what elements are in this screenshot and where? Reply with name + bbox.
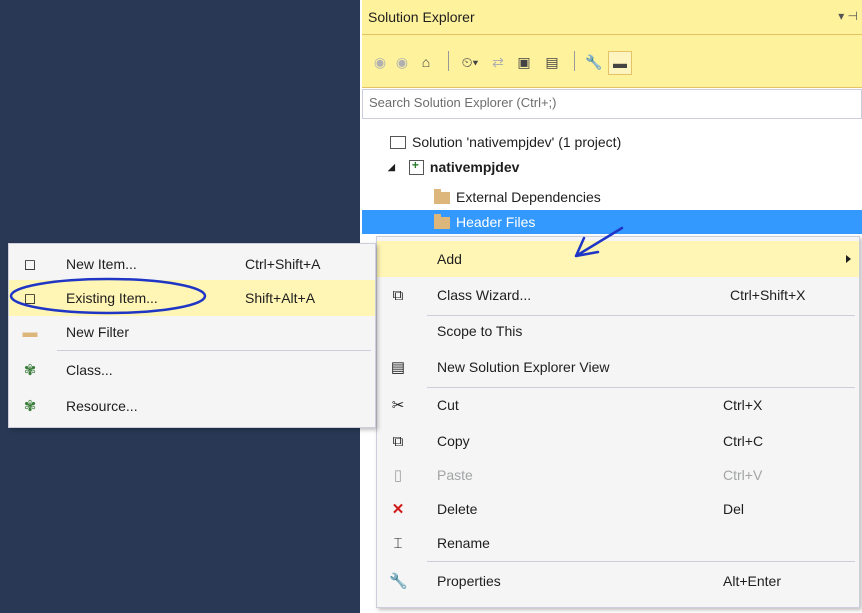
annotation-arrow-icon [574, 226, 624, 258]
annotation-overlay [9, 226, 624, 315]
annotation-circle [9, 277, 207, 315]
